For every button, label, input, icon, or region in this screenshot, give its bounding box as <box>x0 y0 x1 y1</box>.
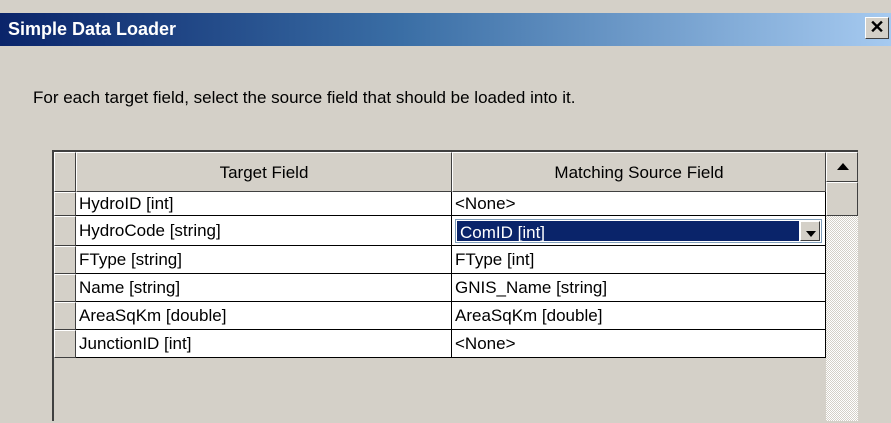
instruction-text: For each target field, select the source… <box>33 88 576 107</box>
source-field-dropdown[interactable]: ComID [int] <box>455 219 822 243</box>
chevron-down-icon <box>806 231 816 237</box>
table-row[interactable]: JunctionID [int] <None> <box>54 330 826 358</box>
table-row[interactable]: AreaSqKm [double] AreaSqKm [double] <box>54 302 826 330</box>
row-selector[interactable] <box>54 274 76 302</box>
table-row-active[interactable]: HydroCode [string] ComID [int] <box>54 216 826 246</box>
field-mapping-grid: Target Field Matching Source Field Hydro… <box>52 150 858 423</box>
source-field-cell[interactable]: AreaSqKm [double] <box>452 302 826 330</box>
source-field-cell[interactable]: FType [int] <box>452 246 826 274</box>
window-title: Simple Data Loader <box>8 19 177 39</box>
source-field-cell[interactable]: <None> <box>452 330 826 358</box>
target-field-cell[interactable]: Name [string] <box>76 274 452 302</box>
target-field-cell[interactable]: HydroID [int] <box>76 192 452 216</box>
title-bar: Simple Data Loader <box>0 13 891 46</box>
table-row[interactable]: FType [string] FType [int] <box>54 246 826 274</box>
target-field-cell[interactable]: FType [string] <box>76 246 452 274</box>
column-header-matching-source-field[interactable]: Matching Source Field <box>452 152 826 192</box>
table-row[interactable]: HydroID [int] <None> <box>54 192 826 216</box>
grid-header-row: Target Field Matching Source Field <box>54 152 826 192</box>
column-header-target-field[interactable]: Target Field <box>76 152 452 192</box>
target-field-cell[interactable]: HydroCode [string] <box>76 216 452 246</box>
row-selector[interactable] <box>54 192 76 216</box>
row-selector[interactable] <box>54 302 76 330</box>
grid-empty-area <box>54 358 826 423</box>
source-field-dropdown-cell[interactable]: ComID [int] <box>452 216 826 246</box>
dropdown-selected-value[interactable]: ComID [int] <box>457 221 799 242</box>
close-button[interactable]: ✕ <box>865 17 889 39</box>
source-field-cell[interactable]: GNIS_Name [string] <box>452 274 826 302</box>
row-selector[interactable] <box>54 216 76 246</box>
source-field-cell[interactable]: <None> <box>452 192 826 216</box>
dropdown-button[interactable] <box>800 221 820 241</box>
close-icon: ✕ <box>869 17 885 37</box>
row-selector[interactable] <box>54 330 76 358</box>
table-row[interactable]: Name [string] GNIS_Name [string] <box>54 274 826 302</box>
row-selector[interactable] <box>54 246 76 274</box>
scroll-up-button[interactable] <box>826 152 858 182</box>
target-field-cell[interactable]: AreaSqKm [double] <box>76 302 452 330</box>
select-all-header[interactable] <box>54 152 76 192</box>
scrollbar-thumb[interactable] <box>826 182 858 216</box>
target-field-cell[interactable]: JunctionID [int] <box>76 330 452 358</box>
scroll-up-arrow-icon <box>837 163 849 170</box>
vertical-scrollbar[interactable] <box>826 152 858 421</box>
